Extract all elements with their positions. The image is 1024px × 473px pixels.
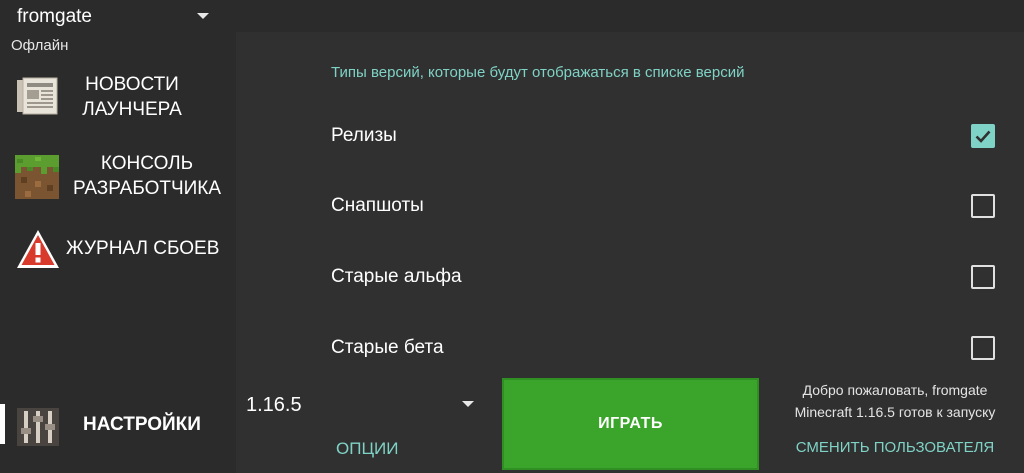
sidebar: fromgate Офлайн НОВОСТИ ЛАУНЧЕРА КОНСОЛЬ…: [0, 0, 236, 473]
option-old-beta[interactable]: Старые бета: [331, 329, 1001, 369]
section-title: Типы версий, которые будут отображаться …: [331, 64, 745, 81]
top-strip: [236, 0, 1024, 32]
option-label: Старые бета: [331, 337, 444, 358]
old-beta-checkbox[interactable]: [971, 336, 995, 360]
sidebar-item-label: КОНСОЛЬ РАЗРАБОТЧИКА: [72, 153, 222, 199]
sidebar-item-crash-log[interactable]: ЖУРНАЛ СБОЕВ: [0, 226, 236, 292]
version-select[interactable]: 1.16.5: [246, 394, 302, 417]
welcome-text: Добро пожаловать, fromgate Minecraft 1.1…: [766, 379, 1024, 423]
option-label: Старые альфа: [331, 266, 462, 287]
sidebar-item-settings[interactable]: НАСТРОЙКИ: [0, 392, 236, 460]
bottom-bar: 1.16.5 ОПЦИИ ИГРАТЬ Добро пожаловать, fr…: [236, 372, 1024, 473]
account-selector[interactable]: fromgate Офлайн: [0, 0, 236, 62]
chevron-down-icon[interactable]: [462, 401, 474, 407]
releases-checkbox[interactable]: [971, 124, 995, 148]
option-old-alpha[interactable]: Старые альфа: [331, 258, 1001, 298]
account-status: Офлайн: [11, 37, 69, 54]
checkmark-icon: [975, 130, 991, 143]
grass-block-icon: [15, 155, 59, 199]
sliders-icon: [17, 406, 59, 448]
options-button[interactable]: ОПЦИИ: [336, 439, 398, 459]
newspaper-icon: [15, 76, 59, 116]
ready-line: Minecraft 1.16.5 готов к запуску: [794, 404, 996, 420]
sidebar-item-label: ЖУРНАЛ СБОЕВ: [66, 238, 220, 259]
option-label: Снапшоты: [331, 195, 424, 216]
welcome-line: Добро пожаловать, fromgate: [802, 382, 988, 398]
snapshots-checkbox[interactable]: [971, 194, 995, 218]
sidebar-item-news[interactable]: НОВОСТИ ЛАУНЧЕРА: [0, 70, 236, 136]
play-button-label: ИГРАТЬ: [598, 415, 663, 432]
switch-user-button[interactable]: СМЕНИТЬ ПОЛЬЗОВАТЕЛЯ: [766, 439, 1024, 456]
play-button[interactable]: ИГРАТЬ: [502, 378, 759, 470]
chevron-down-icon[interactable]: [197, 13, 209, 19]
old-alpha-checkbox[interactable]: [971, 265, 995, 289]
active-indicator: [0, 404, 5, 444]
option-label: Релизы: [331, 125, 397, 146]
sidebar-item-console[interactable]: КОНСОЛЬ РАЗРАБОТЧИКА: [0, 150, 236, 216]
warning-icon: [15, 228, 61, 270]
option-snapshots[interactable]: Снапшоты: [331, 187, 1001, 227]
account-name: fromgate: [17, 6, 92, 27]
option-releases[interactable]: Релизы: [331, 117, 1001, 157]
sidebar-item-label: НАСТРОЙКИ: [83, 414, 201, 435]
settings-panel: Типы версий, которые будут отображаться …: [236, 32, 1024, 372]
sidebar-item-label: НОВОСТИ ЛАУНЧЕРА: [82, 74, 182, 120]
